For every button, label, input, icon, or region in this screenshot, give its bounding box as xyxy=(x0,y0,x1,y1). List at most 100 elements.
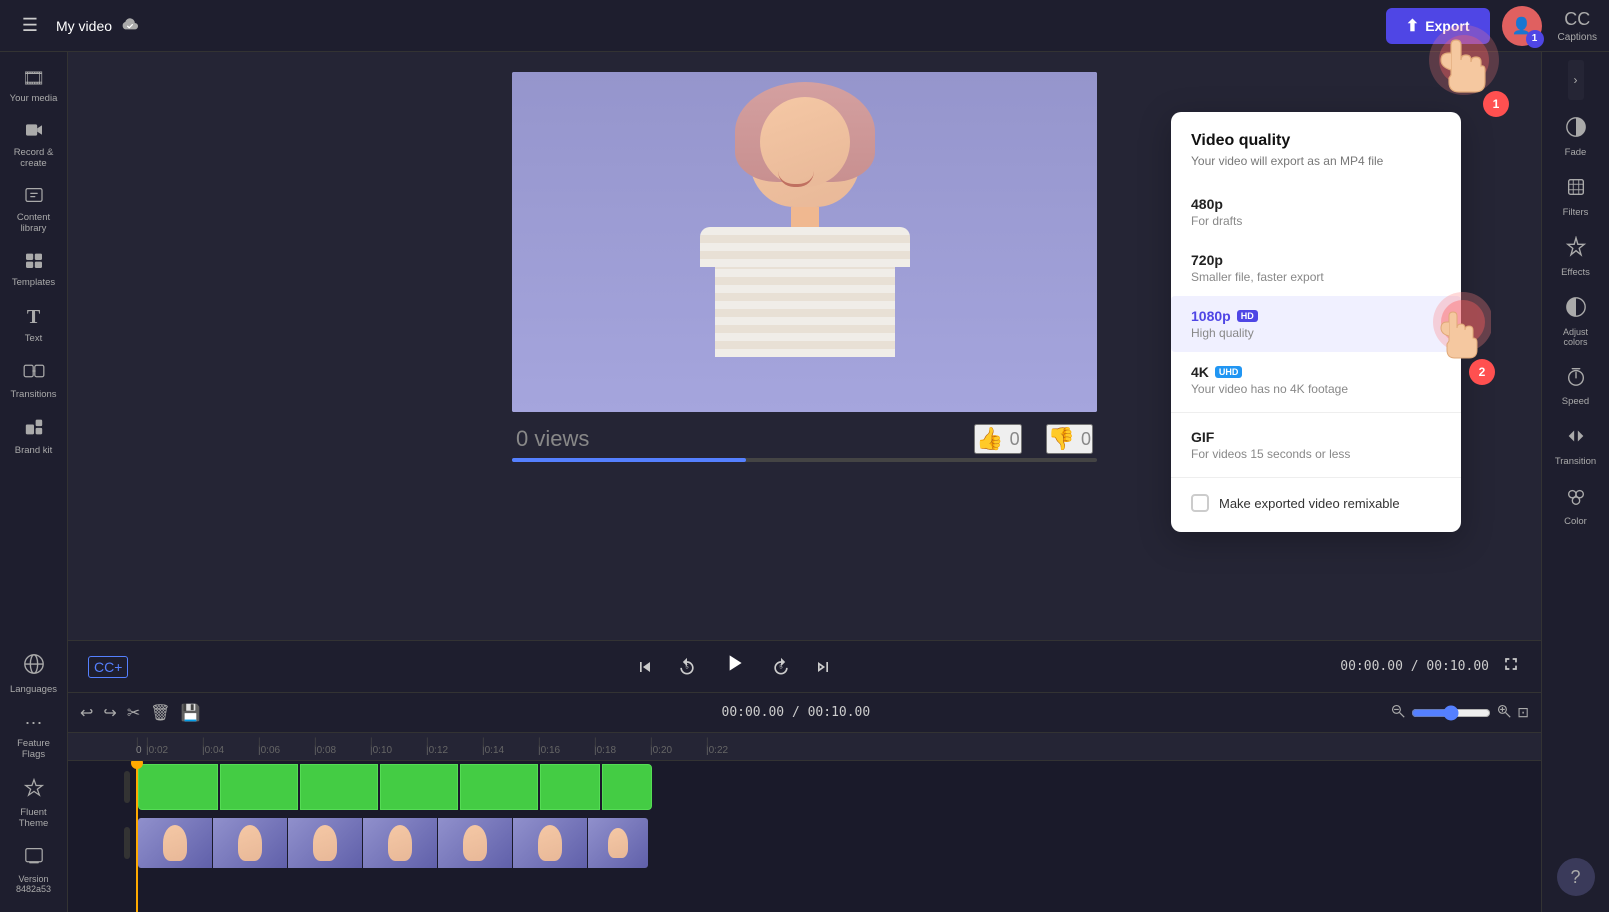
thumb-1 xyxy=(138,818,212,868)
video-background xyxy=(512,72,1097,412)
video-stats: 0 views 👍 0 👎 0 xyxy=(512,424,1097,454)
zoom-controls: ⊡ xyxy=(1391,704,1529,721)
remixable-label: Make exported video remixable xyxy=(1219,496,1400,511)
clip-segment-6[interactable] xyxy=(540,764,600,810)
right-sidebar-item-adjust-colors[interactable]: Adjustcolors xyxy=(1546,288,1606,355)
skip-back-button[interactable] xyxy=(629,653,661,681)
progress-bar-fill xyxy=(512,458,746,462)
thumbnail-clip[interactable] xyxy=(138,818,648,868)
right-sidebar-item-transition[interactable]: Transition xyxy=(1546,417,1606,475)
remixable-checkbox[interactable] xyxy=(1191,494,1209,512)
quality-option-480p[interactable]: 480p For drafts xyxy=(1171,184,1461,240)
skip-forward-button[interactable] xyxy=(807,653,839,681)
quality-option-720p[interactable]: 720p Smaller file, faster export xyxy=(1171,240,1461,296)
center-playback-controls: 5 5 xyxy=(629,646,839,687)
sidebar-item-templates[interactable]: Templates xyxy=(4,244,64,296)
right-sidebar-label-effects: Effects xyxy=(1561,267,1590,278)
quality-divider xyxy=(1171,412,1461,413)
tracks-container xyxy=(68,761,1541,912)
like-button[interactable]: 👍 0 xyxy=(974,424,1021,454)
sidebar-item-feature-flags[interactable]: ⋯ FeatureFlags xyxy=(4,705,64,768)
timeline-ruler: 0 |0:02 |0:04 |0:06 |0:08 |0:10 |0:12 |0… xyxy=(68,733,1541,761)
right-sidebar-item-color[interactable]: Color xyxy=(1546,477,1606,535)
zoom-slider[interactable] xyxy=(1411,705,1491,721)
templates-icon xyxy=(24,252,44,273)
sidebar-item-transitions[interactable]: Transitions xyxy=(4,354,64,408)
clip-segment-2[interactable] xyxy=(220,764,298,810)
green-clip[interactable] xyxy=(138,764,652,810)
captions-label: Captions xyxy=(1558,32,1597,43)
zoom-in-button[interactable] xyxy=(1497,704,1511,721)
sidebar-label-content-library: Contentlibrary xyxy=(17,212,50,234)
dislike-button[interactable]: 👎 0 xyxy=(1046,424,1093,454)
right-sidebar-item-speed[interactable]: Speed xyxy=(1546,357,1606,415)
timeline-toolbar: ↩ ↪ ✂ 🗑 💾 00:00.00 / 00:10.00 ⊡ xyxy=(68,693,1541,733)
quality-720p-name: 720p xyxy=(1191,252,1441,268)
save-button[interactable]: 💾 xyxy=(181,703,201,723)
hd-badge: HD xyxy=(1237,310,1258,322)
ruler-tick-22: |0:22 xyxy=(706,745,762,756)
clip-segment-7[interactable] xyxy=(602,764,652,810)
quality-option-1080p[interactable]: 1080p HD High quality xyxy=(1171,296,1461,352)
remixable-row: Make exported video remixable xyxy=(1171,482,1461,516)
sidebar-item-content-library[interactable]: Contentlibrary xyxy=(4,179,64,242)
sidebar-item-your-media[interactable]: 🎞 Your media xyxy=(4,60,64,112)
rewind-5-button[interactable]: 5 xyxy=(671,653,703,681)
track-resize-handle-2[interactable] xyxy=(124,827,130,859)
record-icon xyxy=(24,122,44,143)
sidebar-item-text[interactable]: T Text xyxy=(4,298,64,352)
track-label-area xyxy=(68,771,136,803)
transitions-icon xyxy=(23,362,45,385)
fullscreen-button[interactable] xyxy=(1501,654,1521,679)
right-sidebar-label-adjust-colors: Adjustcolors xyxy=(1563,327,1588,347)
clip-segment-4[interactable] xyxy=(380,764,458,810)
sidebar-item-brand-kit[interactable]: Brand kit xyxy=(4,410,64,464)
like-count: 0 xyxy=(1010,429,1020,450)
hamburger-menu[interactable]: ☰ xyxy=(12,8,48,44)
adjust-colors-icon xyxy=(1565,296,1587,323)
track-resize-handle[interactable] xyxy=(124,771,130,803)
zoom-out-button[interactable] xyxy=(1391,704,1405,721)
cloud-sync-icon[interactable] xyxy=(120,15,140,36)
captions-button[interactable]: CC Captions xyxy=(1558,9,1597,43)
ruler-tick-12: |0:12 xyxy=(426,745,482,756)
clip-segment-3[interactable] xyxy=(300,764,378,810)
fade-icon xyxy=(1565,116,1587,143)
clip-segment-1[interactable] xyxy=(138,764,218,810)
sidebar-label-fluent-theme: FluentTheme xyxy=(19,807,49,829)
sidebar-item-record-create[interactable]: Record &create xyxy=(4,114,64,177)
export-button[interactable]: ⬆ Export xyxy=(1386,8,1490,44)
timeline-time-display: 00:00.00 / 00:10.00 xyxy=(210,705,1381,720)
delete-button[interactable]: 🗑 xyxy=(150,703,170,723)
video-progress-bar[interactable] xyxy=(512,458,1097,462)
avatar[interactable]: 👤 1 xyxy=(1502,6,1542,46)
content-library-icon xyxy=(24,187,44,208)
quality-popup-title: Video quality xyxy=(1171,132,1461,154)
captions-toggle-button[interactable]: CC+ xyxy=(88,656,128,678)
right-sidebar-item-effects[interactable]: Effects xyxy=(1546,228,1606,286)
redo-button[interactable]: ↪ xyxy=(103,703,116,723)
quality-option-gif[interactable]: GIF For videos 15 seconds or less xyxy=(1171,417,1461,473)
sidebar-item-version[interactable]: Version8482a53 xyxy=(4,839,64,902)
sidebar-item-fluent-theme[interactable]: FluentTheme xyxy=(4,770,64,837)
sidebar-collapse-button[interactable]: › xyxy=(1568,60,1584,100)
undo-button[interactable]: ↩ xyxy=(80,703,93,723)
play-pause-button[interactable] xyxy=(713,646,755,687)
text-icon: T xyxy=(27,306,40,329)
forward-5-button[interactable]: 5 xyxy=(765,653,797,681)
help-button[interactable]: ? xyxy=(1557,858,1595,896)
quality-divider-2 xyxy=(1171,477,1461,478)
cursor-badge-1: 1 xyxy=(1483,91,1509,117)
fit-view-button[interactable]: ⊡ xyxy=(1517,704,1529,721)
quality-gif-desc: For videos 15 seconds or less xyxy=(1191,447,1441,461)
clip-segment-5[interactable] xyxy=(460,764,538,810)
ruler-tick-20: |0:20 xyxy=(650,745,706,756)
cut-button[interactable]: ✂ xyxy=(127,703,140,723)
right-sidebar-item-fade[interactable]: Fade xyxy=(1546,108,1606,166)
color-icon xyxy=(1565,485,1587,512)
right-sidebar-item-filters[interactable]: Filters xyxy=(1546,168,1606,226)
left-playback-controls: CC+ xyxy=(88,656,128,678)
ruler-tick-14: |0:14 xyxy=(482,745,538,756)
sidebar-item-languages[interactable]: Languages xyxy=(4,645,64,703)
quality-option-4k[interactable]: 4K UHD Your video has no 4K footage xyxy=(1171,352,1461,408)
